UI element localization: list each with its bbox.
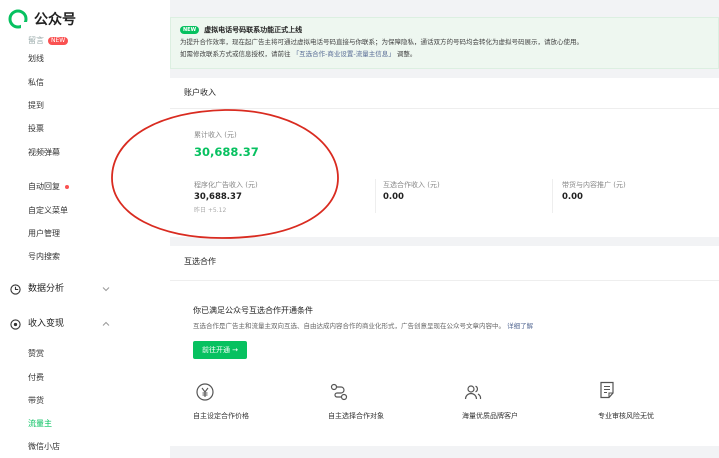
sidebar-item-in-account-search[interactable]: 号内搜索 xyxy=(28,251,60,263)
cooperation-card: 互选合作 你已满足公众号互选合作开通条件 互选合作是广告主和流量主双向互选、自由… xyxy=(170,246,719,446)
feature-label: 自主设定合作价格 xyxy=(193,412,249,420)
sidebar-item-label: 私信 xyxy=(28,78,44,87)
content-promo-income-value: 0.00 xyxy=(562,192,583,202)
sidebar-item-user-management[interactable]: 用户管理 xyxy=(28,228,60,240)
feature-label: 专业审核风险无忧 xyxy=(598,412,654,420)
sidebar-item-label: 号内搜索 xyxy=(28,252,60,261)
income-card: 账户收入 累计收入 (元) 30,688.37 程序化广告收入 (元) 30,6… xyxy=(170,78,719,237)
sidebar-item-messages[interactable]: 私信 xyxy=(28,77,44,89)
sidebar-item-comments[interactable]: 留言 NEW xyxy=(28,35,69,47)
card-title: 互选合作 xyxy=(184,257,216,266)
chevron-down-icon xyxy=(102,287,110,292)
clock-chart-icon xyxy=(10,283,21,295)
target-icon xyxy=(10,318,21,330)
sidebar-item-label: 提到 xyxy=(28,101,44,110)
sidebar-item-label: 自动回复 xyxy=(28,182,60,191)
sidebar-item-mentions[interactable]: 提到 xyxy=(28,100,44,112)
users-icon xyxy=(464,385,482,400)
sidebar-item-sales[interactable]: 带货 xyxy=(28,395,44,407)
sidebar-section-monetize[interactable]: 收入变现 xyxy=(10,317,110,331)
section-label: 数据分析 xyxy=(28,284,65,294)
learn-more-link[interactable]: 详细了解 xyxy=(507,322,533,330)
announcement-banner: NEW 虚拟电话号码联系功能正式上线 为提升合作效率，现在起广告主将可通过虚拟电… xyxy=(170,17,719,69)
sidebar-item-paid[interactable]: 付费 xyxy=(28,372,44,384)
sidebar-item-label: 用户管理 xyxy=(28,229,60,238)
sidebar-item-highlight[interactable]: 划线 xyxy=(28,53,44,65)
chevron-up-icon xyxy=(102,321,110,326)
announcement-title-text: 虚拟电话号码联系功能正式上线 xyxy=(204,26,303,34)
total-income-label: 累计收入 (元) xyxy=(194,131,237,139)
document-audit-icon xyxy=(600,381,614,399)
announcement-title: NEW 虚拟电话号码联系功能正式上线 xyxy=(180,24,710,36)
new-badge: NEW xyxy=(48,37,69,45)
sidebar-item-label: 自定义菜单 xyxy=(28,206,68,215)
sidebar-item-label: 投票 xyxy=(28,124,44,133)
sidebar-item-label: 赞赏 xyxy=(28,349,44,358)
divider xyxy=(552,179,553,213)
sidebar: 公众号 留言 NEW 划线 私信 提到 投票 视频弹幕 自动回复 自定义菜单 用 xyxy=(0,0,170,458)
announcement-line: 如需修改联系方式或信息授权，请前往 「互选合作-商业设置-流量主信息」 调整。 xyxy=(180,48,710,60)
brand-name: 公众号 xyxy=(34,12,76,28)
sidebar-item-label: 付费 xyxy=(28,373,44,382)
total-income-value: 30,688.37 xyxy=(194,145,259,159)
go-enable-button[interactable]: 前往开通 → xyxy=(193,341,247,359)
brand[interactable]: 公众号 xyxy=(8,8,76,30)
card-title: 账户收入 xyxy=(184,88,216,97)
announcement-text: 调整。 xyxy=(396,50,417,58)
mutual-income-value: 0.00 xyxy=(383,192,404,202)
content-promo-income-label: 带货与内容推广 (元) xyxy=(562,181,626,189)
sidebar-item-label: 微信小店 xyxy=(28,442,60,451)
settings-link[interactable]: 「互选合作-商业设置-流量主信息」 xyxy=(293,50,395,58)
sidebar-item-traffic-master[interactable]: 流量主 xyxy=(28,418,52,430)
sidebar-item-appreciation[interactable]: 赞赏 xyxy=(28,348,44,360)
sidebar-item-video-danmaku[interactable]: 视频弹幕 xyxy=(28,147,60,159)
sidebar-item-label: 留言 xyxy=(28,36,44,45)
cooperation-description: 互选合作是广告主和流量主双向互选、自由达成内容合作的商业化形式，广告创意呈现在公… xyxy=(193,321,533,331)
sidebar-section-data-analysis[interactable]: 数据分析 xyxy=(10,282,110,296)
announcement-line: 为提升合作效率，现在起广告主将可通过虚拟电话号码直接与你联系；为保障隐私，通话双… xyxy=(180,38,583,46)
programmatic-income-value: 30,688.37 xyxy=(194,192,242,202)
sidebar-item-label: 带货 xyxy=(28,396,44,405)
divider xyxy=(170,108,719,109)
sidebar-item-votes[interactable]: 投票 xyxy=(28,123,44,135)
new-tag: NEW xyxy=(180,26,200,34)
divider xyxy=(170,280,719,281)
announcement-text: 如需修改联系方式或信息授权，请前往 xyxy=(180,50,291,58)
sidebar-item-label: 视频弹幕 xyxy=(28,148,60,157)
feature-label: 海量优质品牌客户 xyxy=(462,412,518,420)
mutual-income-label: 互选合作收入 (元) xyxy=(383,181,440,189)
feature-label: 自主选择合作对象 xyxy=(328,412,384,420)
yuan-price-icon xyxy=(196,383,214,401)
sidebar-item-custom-menu[interactable]: 自定义菜单 xyxy=(28,205,68,217)
yesterday-change: 昨日 +5.12 xyxy=(194,207,227,214)
sidebar-item-auto-reply[interactable]: 自动回复 xyxy=(28,181,69,193)
divider xyxy=(375,179,376,213)
notification-dot xyxy=(65,185,69,189)
sidebar-item-label: 划线 xyxy=(28,54,44,63)
programmatic-income-label: 程序化广告收入 (元) xyxy=(194,181,258,189)
app-window: 公众号 留言 NEW 划线 私信 提到 投票 视频弹幕 自动回复 自定义菜单 用 xyxy=(0,0,719,458)
logo-icon xyxy=(8,9,28,29)
section-label: 收入变现 xyxy=(28,319,65,329)
description-text: 互选合作是广告主和流量主双向互选、自由达成内容合作的商业化形式，广告创意呈现在公… xyxy=(193,322,505,330)
sidebar-item-label: 流量主 xyxy=(28,419,52,428)
cooperation-heading: 你已满足公众号互选合作开通条件 xyxy=(193,306,313,315)
route-select-icon xyxy=(330,383,348,401)
sidebar-item-wechat-store[interactable]: 微信小店 xyxy=(28,441,60,453)
